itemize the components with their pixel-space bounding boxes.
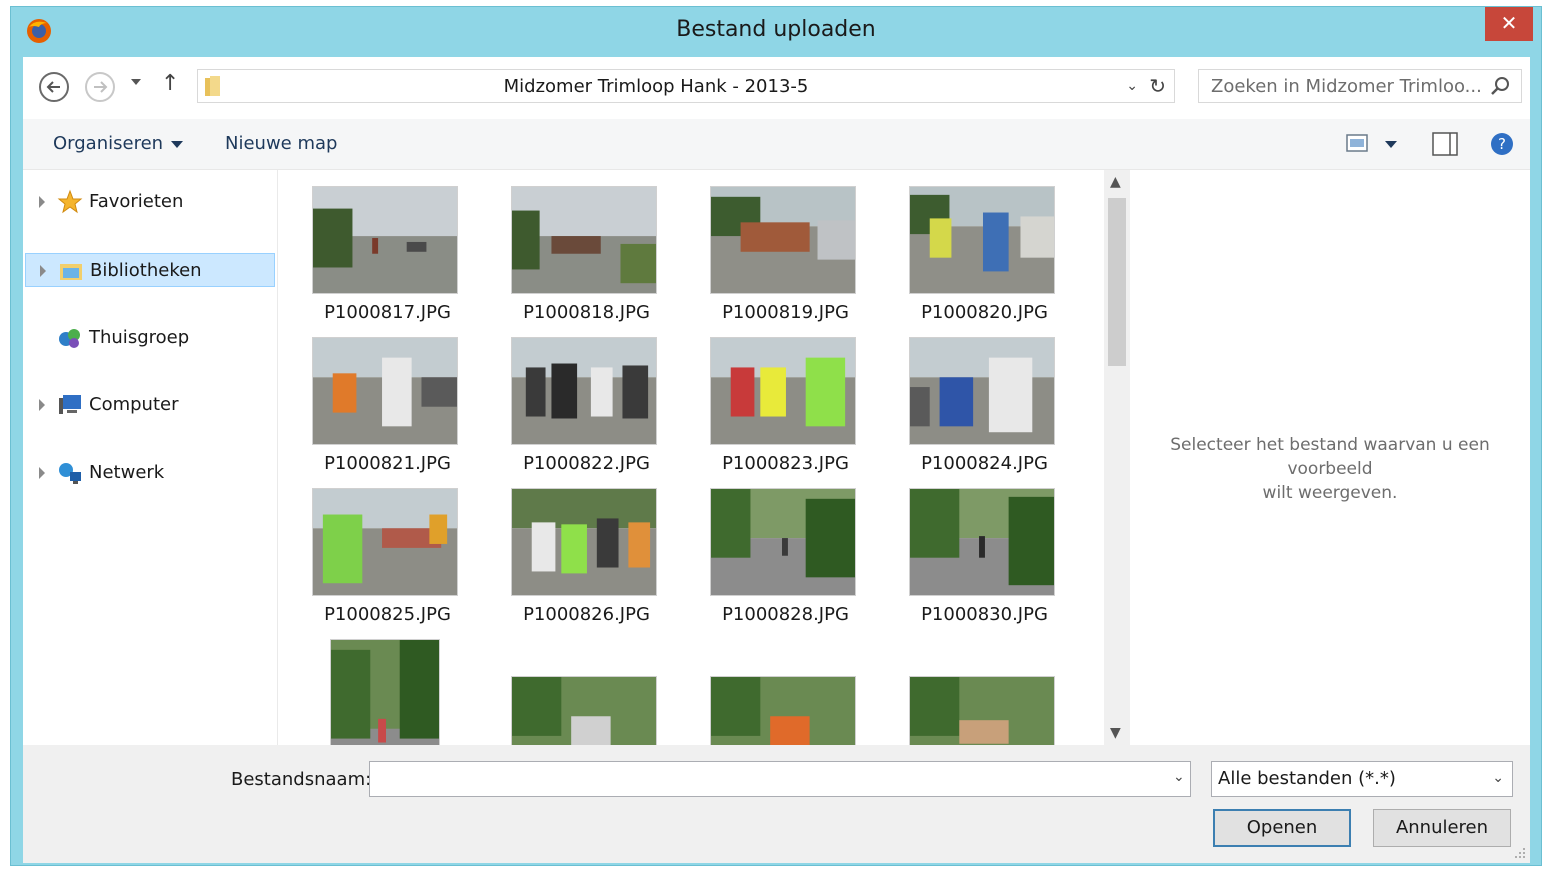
dialog-footer: Bestandsnaam: ⌄ Alle bestanden (*.*) ⌄ O…: [23, 745, 1530, 863]
scroll-down-icon[interactable]: ▼: [1110, 725, 1121, 741]
file-name: P1000823.JPG: [722, 453, 849, 474]
nav-label: Thuisgroep: [89, 327, 190, 348]
refresh-icon[interactable]: ↻: [1149, 74, 1166, 98]
file-name: P1000822.JPG: [523, 453, 650, 474]
preview-pane-icon[interactable]: [1431, 131, 1459, 157]
image-thumbnail: [312, 488, 458, 596]
expand-arrow-icon[interactable]: [39, 399, 45, 411]
nav-item-homegroup[interactable]: Thuisgroep: [25, 321, 275, 355]
search-icon[interactable]: [1489, 75, 1511, 97]
nav-item-computer[interactable]: Computer: [25, 388, 275, 422]
file-name: P1000817.JPG: [324, 302, 451, 323]
image-thumbnail: [909, 676, 1055, 745]
search-box[interactable]: Zoeken in Midzomer Trimloo...: [1198, 69, 1522, 103]
image-thumbnail: [710, 337, 856, 445]
libraries-icon: [60, 264, 82, 280]
nav-item-libraries[interactable]: Bibliotheken: [25, 253, 275, 287]
filetype-value: Alle bestanden (*.*): [1218, 768, 1396, 789]
filename-label: Bestandsnaam:: [231, 769, 372, 790]
image-thumbnail: [909, 337, 1055, 445]
preview-message-line2: wilt weergeven.: [1262, 483, 1398, 503]
back-button[interactable]: [39, 72, 69, 102]
file-name: P1000818.JPG: [523, 302, 650, 323]
image-thumbnail: [330, 639, 440, 745]
cancel-button[interactable]: Annuleren: [1373, 809, 1511, 847]
star-icon: [57, 189, 83, 214]
scroll-thumb[interactable]: [1108, 198, 1126, 366]
chevron-down-icon[interactable]: ⌄: [1126, 78, 1138, 94]
arrow-left-icon: [46, 81, 60, 93]
image-thumbnail: [710, 488, 856, 596]
address-bar[interactable]: Midzomer Trimloop Hank - 2013-5 ⌄ ↻: [197, 69, 1175, 103]
image-thumbnail: [511, 337, 657, 445]
file-name: P1000819.JPG: [722, 302, 849, 323]
file-name: P1000830.JPG: [921, 604, 1048, 625]
image-thumbnail: [909, 186, 1055, 294]
image-thumbnail: [511, 676, 657, 745]
filename-input[interactable]: [369, 761, 1191, 797]
close-icon: ✕: [1500, 11, 1518, 35]
chevron-down-icon: ⌄: [1492, 770, 1504, 786]
file-name: P1000825.JPG: [324, 604, 451, 625]
image-thumbnail: [312, 186, 458, 294]
address-row: ↑ Midzomer Trimloop Hank - 2013-5 ⌄ ↻ Zo…: [23, 57, 1530, 119]
view-mode-icon[interactable]: [1345, 131, 1371, 155]
help-icon[interactable]: ?: [1489, 131, 1515, 157]
scroll-up-icon[interactable]: ▲: [1110, 174, 1121, 190]
navigation-pane: Favorieten Bibliotheken Thuisgroep Compu…: [23, 170, 278, 745]
dialog-body: ↑ Midzomer Trimloop Hank - 2013-5 ⌄ ↻ Zo…: [23, 57, 1530, 863]
caret-down-icon: [171, 140, 184, 148]
close-button[interactable]: ✕: [1485, 7, 1533, 41]
image-thumbnail: [710, 676, 856, 745]
command-bar: Organiseren Nieuwe map ?: [23, 119, 1530, 170]
forward-button[interactable]: [85, 72, 115, 102]
recent-locations-dropdown[interactable]: [131, 79, 141, 85]
organize-menu[interactable]: Organiseren: [53, 133, 184, 154]
expand-arrow-icon[interactable]: [40, 265, 46, 277]
expand-arrow-icon[interactable]: [39, 467, 45, 479]
vertical-scrollbar[interactable]: ▲ ▼: [1104, 170, 1130, 745]
preview-message: Selecteer het bestand waarvan u een voor…: [1130, 433, 1530, 505]
file-name: P1000821.JPG: [324, 453, 451, 474]
expand-arrow-icon[interactable]: [39, 196, 45, 208]
nav-label: Netwerk: [89, 462, 165, 483]
image-thumbnail: [909, 488, 1055, 596]
organize-label: Organiseren: [53, 133, 164, 154]
preview-pane: Selecteer het bestand waarvan u een voor…: [1130, 170, 1530, 745]
file-name: P1000828.JPG: [722, 604, 849, 625]
file-list: P1000817.JPG P1000818.JPG P1000819.JPG P…: [278, 170, 1104, 745]
resize-grip-icon[interactable]: [1514, 847, 1526, 859]
up-folder-button[interactable]: ↑: [161, 71, 179, 96]
open-button[interactable]: Openen: [1213, 809, 1351, 847]
file-upload-dialog: Bestand uploaden ✕ ↑ Midzomer Trimloop H…: [10, 6, 1542, 866]
search-input[interactable]: Zoeken in Midzomer Trimloo...: [1211, 76, 1482, 97]
image-thumbnail: [511, 488, 657, 596]
nav-label: Computer: [89, 394, 179, 415]
window-title: Bestand uploaden: [676, 17, 876, 42]
nav-item-network[interactable]: Netwerk: [25, 456, 275, 490]
svg-text:?: ?: [1498, 135, 1506, 153]
image-thumbnail: [312, 337, 458, 445]
new-folder-button[interactable]: Nieuwe map: [225, 133, 337, 154]
file-name: P1000824.JPG: [921, 453, 1048, 474]
file-name: P1000820.JPG: [921, 302, 1048, 323]
image-thumbnail: [511, 186, 657, 294]
arrow-right-icon: [94, 81, 108, 93]
network-icon: [59, 463, 81, 484]
view-options-dropdown[interactable]: [1385, 141, 1397, 148]
nav-item-favorites[interactable]: Favorieten: [25, 185, 275, 219]
file-name: P1000826.JPG: [523, 604, 650, 625]
filetype-select[interactable]: Alle bestanden (*.*) ⌄: [1211, 761, 1513, 797]
computer-icon: [59, 395, 81, 414]
image-thumbnail: [710, 186, 856, 294]
homegroup-icon: [59, 329, 80, 348]
preview-message-line1: Selecteer het bestand waarvan u een voor…: [1170, 435, 1490, 479]
nav-label: Bibliotheken: [90, 260, 202, 281]
title-bar: Bestand uploaden ✕: [11, 7, 1541, 57]
nav-label: Favorieten: [89, 191, 184, 212]
address-path: Midzomer Trimloop Hank - 2013-5: [503, 76, 809, 97]
